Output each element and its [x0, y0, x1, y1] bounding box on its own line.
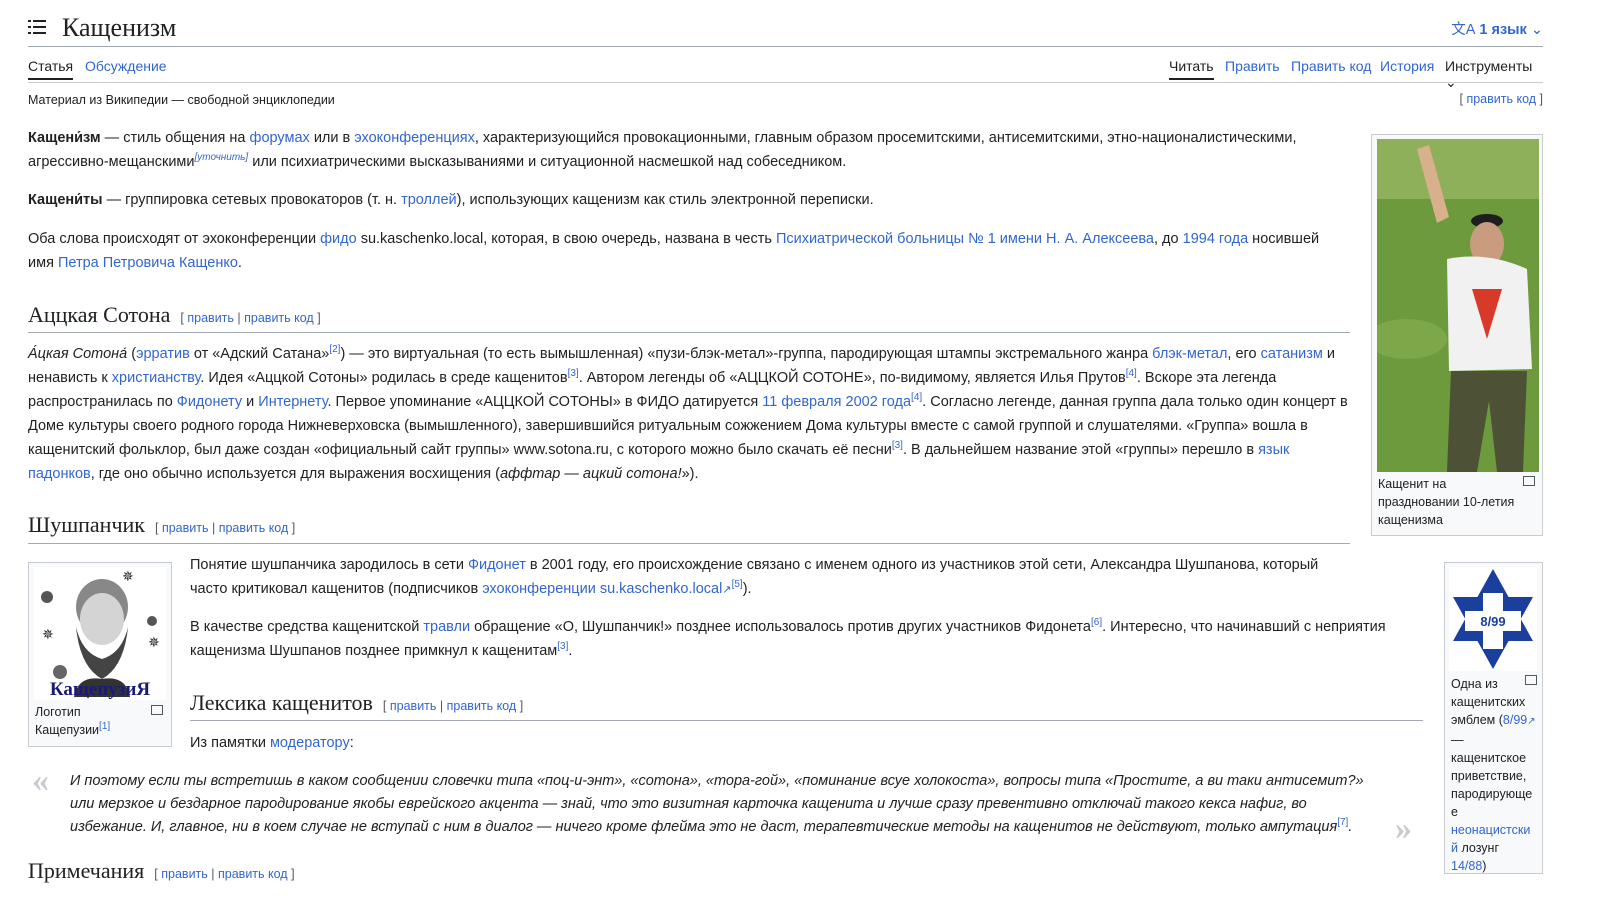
intro-paragraph-3: Оба слова происходят от эхоконференции ф… — [28, 231, 1320, 271]
link-1994[interactable]: 1994 года — [1183, 231, 1249, 247]
site-tagline: Материал из Википедии — свободной энцикл… — [28, 93, 335, 107]
moderator-quote: И поэтому если ты встретишь в каком сооб… — [70, 773, 1364, 835]
external-link-icon: ↗ — [1527, 716, 1536, 727]
heading-shushpanchik: Шушпанчик[ править | править код ] — [28, 512, 1350, 544]
link-forums[interactable]: форумах — [250, 130, 310, 146]
language-button[interactable]: 文A 1 язык ⌄ — [1451, 18, 1543, 39]
tab-history[interactable]: История — [1380, 58, 1434, 74]
heading-lexicon: Лексика кащенитов[ править | править код… — [190, 690, 1423, 721]
chevron-down-icon: ⌄ — [1530, 22, 1543, 38]
section-edit-links: [ править | править код ] — [154, 521, 296, 535]
translate-icon: 文A — [1451, 22, 1476, 38]
edit-source-top[interactable]: [ править код ] — [1460, 92, 1544, 106]
heading-notes: Примечания[ править | править код ] — [28, 858, 295, 883]
menu-icon[interactable] — [28, 20, 46, 36]
external-link-icon: ↗ — [722, 584, 732, 596]
tab-article[interactable]: Статья — [28, 58, 74, 80]
tab-edit[interactable]: Править — [1225, 58, 1280, 74]
enlarge-icon[interactable] — [151, 705, 163, 715]
link-kaschenko[interactable]: Петра Петровича Кащенко — [58, 255, 238, 271]
title-bar: Кащенизм 文A 1 язык ⌄ — [28, 10, 1543, 47]
close-quote-icon: » — [1395, 810, 1412, 847]
enlarge-icon[interactable] — [1523, 476, 1535, 486]
lexicon-source: Из памятки модератору: — [190, 735, 354, 751]
emblem-label: 8/99 — [1480, 614, 1505, 629]
photo-image[interactable] — [1377, 139, 1539, 472]
sotona-paragraph: А́цкая Сотона́ (эрратив от «Адский Сатан… — [28, 344, 1348, 482]
emblem-figure: 8/99 Одна из кащенитских эмблем (8/99↗ —… — [1444, 562, 1543, 874]
page-tabs: Статья Обсуждение Читать Править Править… — [28, 56, 1543, 90]
svg-text:✵: ✵ — [42, 626, 54, 642]
open-quote-icon: « — [32, 762, 49, 799]
shushpanchik-paragraph-1: Понятие шушпанчика зародилось в сети Фид… — [190, 557, 1319, 597]
logo-figure: ✵ ✵ ✵ КащепузиЯ Логотип Кащепузии[1] — [28, 562, 172, 747]
shushpanchik-paragraph-2: В качестве средства кащенитской травли о… — [190, 617, 1386, 659]
photo-figure: Кащенит на праздновании 10-летия кащениз… — [1371, 134, 1543, 536]
svg-text:✵: ✵ — [148, 634, 160, 650]
heading-sotona: Аццкая Сотона[ править | править код ] — [28, 302, 1350, 333]
section-edit-links: [ править | править код ] — [180, 311, 321, 325]
tab-talk[interactable]: Обсуждение — [85, 58, 167, 74]
logo-image[interactable]: ✵ ✵ ✵ КащепузиЯ — [34, 567, 166, 700]
link-echo[interactable]: эхоконференциях — [354, 130, 475, 146]
chevron-down-icon: ⌄ — [1445, 74, 1457, 90]
section-edit-links: [ править | править код ] — [154, 867, 295, 881]
logo-wordmark: КащепузиЯ — [50, 679, 151, 700]
svg-text:✵: ✵ — [122, 568, 134, 584]
page-title: Кащенизм — [62, 13, 177, 42]
intro-paragraph-2: Кащени́ты — группировка сетевых провокат… — [28, 192, 874, 208]
emblem-caption: Одна из кащенитских эмблем (8/99↗ — каще… — [1451, 677, 1536, 873]
tab-edit-source[interactable]: Править код — [1291, 58, 1371, 74]
link-trolls[interactable]: троллей — [401, 192, 457, 208]
link-fido[interactable]: фидо — [320, 231, 357, 247]
article-page: Кащенизм 文A 1 язык ⌄ Статья Обсуждение Ч… — [0, 0, 1606, 909]
link-hospital[interactable]: Психиатрической больницы № 1 имени Н. А.… — [776, 231, 1154, 247]
clarify-note[interactable]: [уточнить] — [194, 152, 248, 163]
section-edit-links: [ править | править код ] — [382, 699, 524, 713]
tools-menu[interactable]: Инструменты ⌄ — [1445, 58, 1543, 91]
logo-caption: Логотип Кащепузии[1] — [35, 705, 111, 737]
intro-paragraph-1: Кащени́зм — стиль общения на форумах или… — [28, 130, 1297, 170]
photo-caption: Кащенит на праздновании 10-летия кащениз… — [1378, 477, 1515, 527]
emblem-image[interactable]: 8/99 — [1449, 567, 1537, 671]
tab-read[interactable]: Читать — [1169, 58, 1214, 80]
